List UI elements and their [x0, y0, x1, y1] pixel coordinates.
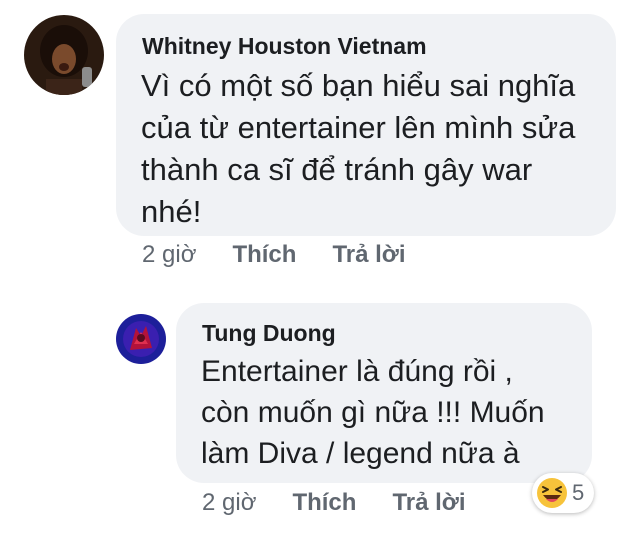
reply-text-line: làm Diva / legend nữa à	[201, 437, 520, 470]
reply-author[interactable]: Tung Duong	[202, 320, 336, 347]
reply-text-line: Entertainer là đúng rồi ,	[201, 355, 513, 388]
comment-text-line: nhé!	[141, 194, 202, 229]
timestamp: 2 giờ	[202, 489, 257, 516]
comment-author[interactable]: Whitney Houston Vietnam	[142, 33, 427, 60]
comment-thread: Whitney Houston Vietnam Vì có một số bạn…	[0, 0, 640, 535]
reply-actions: 2 giờ Thích Trả lời	[202, 489, 502, 517]
comment-text-line: thành ca sĩ để tránh gây war	[141, 152, 533, 187]
profile-photo-icon	[116, 314, 166, 364]
comment-text-line: Vì có một số bạn hiểu sai nghĩa	[141, 68, 576, 103]
comment-text: Vì có một số bạn hiểu sai nghĩa của từ e…	[141, 65, 575, 233]
avatar[interactable]	[116, 314, 166, 364]
comment-actions: 2 giờ Thích Trả lời	[142, 241, 442, 269]
like-button[interactable]: Thích	[232, 241, 296, 269]
timestamp: 2 giờ	[142, 241, 197, 268]
reaction-count: 5	[572, 480, 585, 505]
like-button[interactable]: Thích	[292, 489, 356, 517]
reply-text-line: còn muốn gì nữa !!! Muốn	[201, 396, 545, 429]
reply-button[interactable]: Trả lời	[392, 489, 465, 517]
comment-text-line: của từ entertainer lên mình sửa	[141, 110, 576, 145]
avatar[interactable]	[24, 15, 104, 95]
profile-photo-icon	[24, 15, 104, 95]
reaction-badge[interactable]: 5	[532, 473, 595, 513]
reply-text: Entertainer là đúng rồi , còn muốn gì nữ…	[201, 351, 545, 474]
reply-button[interactable]: Trả lời	[332, 241, 405, 269]
laughing-emoji-icon	[537, 478, 567, 508]
